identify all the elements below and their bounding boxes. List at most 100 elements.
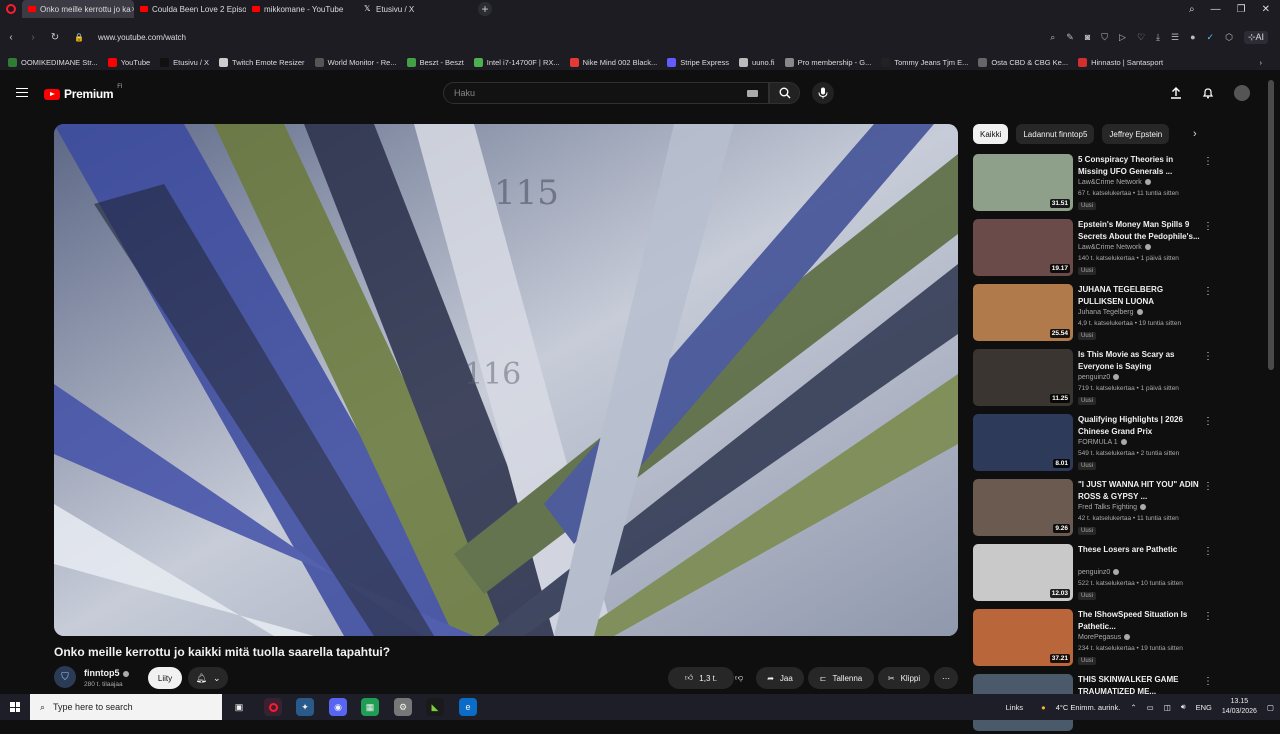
ai-button[interactable]: ⊹AI [1244, 31, 1268, 44]
cube-icon[interactable]: ⬡ [1225, 32, 1233, 43]
search-icon[interactable]: ⌕ [1189, 4, 1195, 15]
bookmark-item[interactable]: Stripe Express [667, 58, 729, 67]
lock-icon[interactable]: 🔒 [74, 33, 84, 42]
more-options-icon[interactable]: ⋮ [1203, 481, 1213, 492]
network-icon[interactable]: ▭ [1147, 703, 1154, 712]
edge-browser-icon[interactable]: e [459, 698, 477, 716]
extension-icon[interactable]: ✓ [1207, 32, 1215, 43]
video-thumbnail[interactable]: 31.51 [973, 154, 1073, 211]
display-icon[interactable]: ◫ [1164, 703, 1171, 712]
hamburger-menu-icon[interactable] [16, 88, 28, 97]
recommended-title[interactable]: The IShowSpeed Situation Is Pathetic... [1078, 609, 1203, 633]
new-tab-button[interactable]: + [478, 2, 492, 16]
voice-search-button[interactable] [812, 82, 834, 104]
shield-icon[interactable]: ⛉ [1101, 32, 1108, 43]
back-icon[interactable]: ‹ [0, 32, 22, 43]
bookmark-item[interactable]: Intel i7-14700F | RX... [474, 58, 560, 67]
bookmark-item[interactable]: OOMIKEDIMANE Str... [8, 58, 98, 67]
bookmark-item[interactable]: Beszt - Beszt [407, 58, 464, 67]
play-icon[interactable]: ▷ [1119, 32, 1126, 43]
bookmark-item[interactable]: World Monitor - Re... [315, 58, 397, 67]
menu-icon[interactable]: ☰ [1171, 32, 1179, 43]
task-view-icon[interactable]: ▣ [230, 698, 248, 716]
video-thumbnail[interactable]: 8.01 [973, 414, 1073, 471]
recommended-channel[interactable]: FORMULA 1 [1078, 439, 1127, 446]
camera-icon[interactable]: ◙ [1085, 32, 1090, 42]
tab-1[interactable]: Coulda Been Love 2 Episo [134, 0, 246, 18]
video-thumbnail[interactable]: 37.21 [973, 609, 1073, 666]
recommended-channel[interactable]: Juhana Tegelberg [1078, 309, 1143, 316]
recommended-video[interactable]: 9.26"I JUST WANNA HIT YOU" ADIN ROSS & G… [973, 479, 1223, 539]
download-icon[interactable]: ⤓ [1156, 32, 1160, 43]
save-button[interactable]: ⊏ Tallenna [808, 667, 874, 689]
recommended-title[interactable]: These Losers are Pathetic [1078, 544, 1203, 556]
recommended-video[interactable]: 12.03These Losers are Patheticpenguinz05… [973, 544, 1223, 604]
video-thumbnail[interactable]: 11.25 [973, 349, 1073, 406]
more-options-icon[interactable]: ⋮ [1203, 221, 1213, 232]
recommended-channel[interactable]: Law&Crime Network [1078, 244, 1151, 251]
more-actions-button[interactable]: ⋯ [934, 667, 958, 689]
bookmark-item[interactable]: YouTube [108, 58, 150, 67]
spreadsheet-app-icon[interactable]: ▦ [361, 698, 379, 716]
join-button[interactable]: Liity [148, 667, 182, 689]
bookmark-item[interactable]: uuno.fi [739, 58, 775, 67]
video-thumbnail[interactable]: 9.26 [973, 479, 1073, 536]
chevron-right-icon[interactable]: › [1193, 128, 1197, 140]
clock[interactable]: 13.15 14/03/2026 [1222, 697, 1257, 717]
recommended-channel[interactable]: penguinz0 [1078, 374, 1119, 381]
chevron-up-icon[interactable]: ⌃ [1130, 703, 1136, 712]
recommended-title[interactable]: Is This Movie as Scary as Everyone is Sa… [1078, 349, 1203, 373]
more-options-icon[interactable]: ⋮ [1203, 546, 1213, 557]
bookmark-item[interactable]: Hinnasto | Santasport [1078, 58, 1163, 67]
bookmark-item[interactable]: Etusivu / X [160, 58, 209, 67]
bookmark-item[interactable]: Nike Mind 002 Black... [570, 58, 658, 67]
video-thumbnail[interactable]: 19.17 [973, 219, 1073, 276]
more-options-icon[interactable]: ⋮ [1203, 416, 1213, 427]
channel-name[interactable]: finntop5 [84, 668, 129, 678]
share-button[interactable]: ➦ Jaa [756, 667, 804, 689]
start-button[interactable] [0, 694, 30, 720]
search-button[interactable] [769, 82, 800, 104]
discord-icon[interactable]: ◉ [329, 698, 347, 716]
chip-all[interactable]: Kaikki [973, 124, 1008, 144]
notification-settings-button[interactable]: 🔔︎ ⌄ [188, 667, 228, 689]
language-indicator[interactable]: ENG [1196, 703, 1212, 712]
profile-icon[interactable]: ● [1190, 32, 1195, 42]
video-thumbnail[interactable]: 12.03 [973, 544, 1073, 601]
bookmark-item[interactable]: Tommy Jeans Tjm E... [881, 58, 968, 67]
recommended-video[interactable]: 25.54JUHANA TEGELBERG PULLIKSEN LUONAJuh… [973, 284, 1223, 344]
more-options-icon[interactable]: ⋮ [1203, 156, 1213, 167]
recommended-channel[interactable]: MorePegasus [1078, 634, 1130, 641]
tab-0[interactable]: Onko meille kerrottu jo ka ✕ [22, 0, 134, 18]
opera-browser-icon[interactable] [264, 698, 282, 716]
bookmark-item[interactable]: Osta CBD & CBG Ke... [978, 58, 1068, 67]
edit-icon[interactable]: ✎ [1066, 32, 1074, 43]
links-toolbar[interactable]: Links [1006, 703, 1024, 712]
reload-icon[interactable]: ↻ [44, 32, 66, 43]
volume-icon[interactable]: 🔊︎ [1181, 702, 1186, 712]
recommended-video[interactable]: 31.515 Conspiracy Theories in Missing UF… [973, 154, 1223, 214]
nvidia-app-icon[interactable]: ◣ [426, 698, 444, 716]
maximize-icon[interactable]: ❐ [1237, 4, 1246, 15]
recommended-video[interactable]: 8.01Qualifying Highlights | 2026 Chinese… [973, 414, 1223, 474]
youtube-logo[interactable]: Premium FI [44, 87, 123, 101]
weather-text[interactable]: 4°C Enimm. aurink. [1056, 703, 1121, 712]
recommended-title[interactable]: 5 Conspiracy Theories in Missing UFO Gen… [1078, 154, 1203, 178]
recommended-channel[interactable]: Law&Crime Network [1078, 179, 1151, 186]
recommended-video[interactable]: 37.21The IShowSpeed Situation Is Patheti… [973, 609, 1223, 669]
bookmark-item[interactable]: Pro membership - G... [785, 58, 872, 67]
heart-icon[interactable]: ♡ [1137, 32, 1145, 43]
keyboard-icon[interactable] [747, 90, 758, 97]
video-thumbnail[interactable]: 25.54 [973, 284, 1073, 341]
tab-3[interactable]: 𝕏 Etusivu / X [358, 0, 470, 18]
photo-editor-icon[interactable]: ✦ [296, 698, 314, 716]
forward-icon[interactable]: › [22, 32, 44, 43]
opera-logo-icon[interactable] [0, 0, 22, 18]
recommended-title[interactable]: "I JUST WANNA HIT YOU" ADIN ROSS & GYPSY… [1078, 479, 1203, 503]
upload-icon[interactable] [1170, 87, 1182, 99]
close-icon[interactable]: ✕ [1262, 4, 1270, 15]
recommended-title[interactable]: JUHANA TEGELBERG PULLIKSEN LUONA [1078, 284, 1203, 308]
search-icon[interactable]: ⌕ [1050, 32, 1055, 43]
taskbar-search-input[interactable]: ⌕ Type here to search [30, 694, 222, 720]
tab-2[interactable]: mikkomane - YouTube [246, 0, 358, 18]
